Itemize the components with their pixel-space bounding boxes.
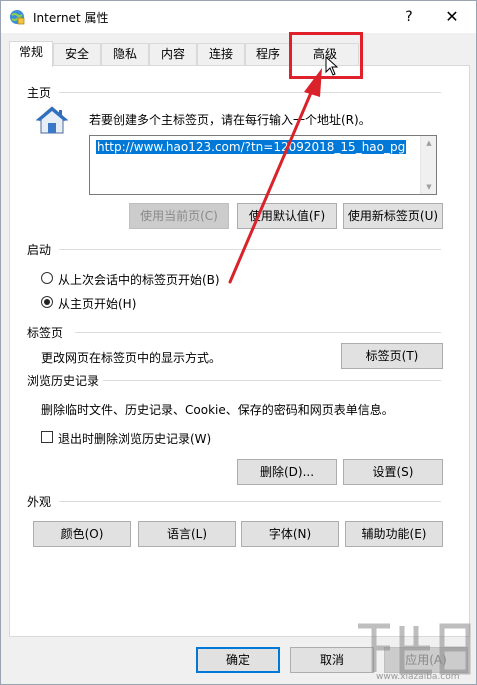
help-button[interactable]: ? xyxy=(395,5,423,29)
radio-last-session[interactable] xyxy=(41,272,53,284)
homepage-url-value: http://www.hao123.com/?tn=12092018_15_ha… xyxy=(96,140,407,154)
tab-programs[interactable]: 程序 xyxy=(245,43,291,66)
delete-history-on-exit-label: 退出时删除浏览历史记录(W) xyxy=(58,432,212,446)
homepage-instruction: 若要创建多个主标签页，请在每行输入一个地址(R)。 xyxy=(89,113,371,127)
tab-strip: 常规 安全 隐私 内容 连接 程序 高级 xyxy=(9,41,469,67)
history-section-label: 浏览历史记录 xyxy=(27,374,100,388)
internet-options-icon xyxy=(10,10,25,25)
history-description: 删除临时文件、历史记录、Cookie、保存的密码和网页表单信息。 xyxy=(41,403,394,417)
mouse-cursor-icon xyxy=(325,56,339,76)
delete-history-on-exit-checkbox[interactable] xyxy=(41,431,53,443)
radio-last-session-label: 从上次会话中的标签页开始(B) xyxy=(58,273,220,287)
startup-divider xyxy=(59,249,441,250)
url-scrollbar[interactable]: ▲ ▼ xyxy=(420,136,436,194)
languages-button[interactable]: 语言(L) xyxy=(138,521,236,547)
homepage-divider xyxy=(59,92,441,93)
tab-general[interactable]: 常规 xyxy=(9,41,53,67)
tab-content[interactable]: 内容 xyxy=(149,43,197,66)
ok-button[interactable]: 确定 xyxy=(196,647,280,673)
tabs-divider xyxy=(75,332,441,333)
scroll-down-icon[interactable]: ▼ xyxy=(421,180,437,194)
tabs-section-label: 标签页 xyxy=(27,326,64,340)
radio-homepage-label: 从主页开始(H) xyxy=(58,297,137,311)
close-button[interactable]: ✕ xyxy=(435,5,469,29)
window-title: Internet 属性 xyxy=(33,11,109,25)
use-new-tab-button[interactable]: 使用新标签页(U) xyxy=(343,203,443,229)
radio-homepage[interactable] xyxy=(41,296,53,308)
tabs-settings-button[interactable]: 标签页(T) xyxy=(341,343,443,369)
appearance-section-label: 外观 xyxy=(27,495,52,509)
tabs-description: 更改网页在标签页中的显示方式。 xyxy=(41,351,222,365)
title-bar: Internet 属性 ? ✕ xyxy=(1,1,476,33)
homepage-url-input[interactable]: http://www.hao123.com/?tn=12092018_15_ha… xyxy=(89,135,437,195)
tab-connections[interactable]: 连接 xyxy=(197,43,245,66)
history-settings-button[interactable]: 设置(S) xyxy=(343,459,443,485)
colors-button[interactable]: 颜色(O) xyxy=(33,521,131,547)
tab-privacy[interactable]: 隐私 xyxy=(101,43,149,66)
accessibility-button[interactable]: 辅助功能(E) xyxy=(345,521,443,547)
house-icon xyxy=(35,106,69,134)
use-default-button[interactable]: 使用默认值(F) xyxy=(237,203,337,229)
internet-options-window: Internet 属性 ? ✕ 常规 安全 隐私 内容 连接 程序 高级 主页 … xyxy=(0,0,477,685)
use-current-page-button[interactable]: 使用当前页(C) xyxy=(129,203,229,229)
delete-history-button[interactable]: 删除(D)... xyxy=(237,459,337,485)
appearance-divider xyxy=(59,501,441,502)
history-divider xyxy=(103,380,441,381)
fonts-button[interactable]: 字体(N) xyxy=(241,521,339,547)
startup-section-label: 启动 xyxy=(27,243,52,257)
homepage-section-label: 主页 xyxy=(27,86,52,100)
scroll-up-icon[interactable]: ▲ xyxy=(421,136,437,150)
watermark-url: www.xiazaiba.com xyxy=(376,672,460,682)
tab-security[interactable]: 安全 xyxy=(53,43,101,66)
